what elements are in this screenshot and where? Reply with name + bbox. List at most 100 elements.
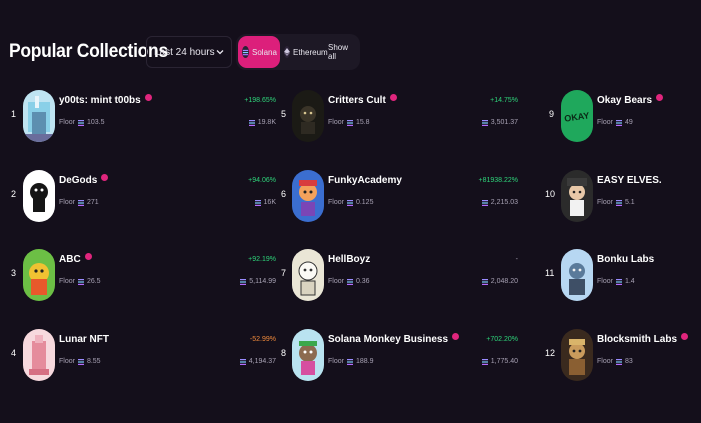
- collection-floor: Floor 5.1: [597, 199, 635, 206]
- collection-name[interactable]: y00ts: mint t00bs: [59, 95, 141, 106]
- collection-name[interactable]: FunkyAcademy: [328, 175, 402, 186]
- collection-floor: Floor 1.4: [597, 278, 635, 285]
- collection-avatar: [23, 90, 55, 142]
- floor-label: Floor: [328, 278, 344, 285]
- floor-value: 0.36: [355, 278, 370, 285]
- floor-label: Floor: [597, 358, 613, 365]
- collection-row[interactable]: 10 EASY ELVES. Floor 5.1: [545, 169, 689, 225]
- price-change: +14.75%: [490, 97, 518, 104]
- collection-volume: 5,114.99: [237, 278, 276, 285]
- collection-rank: 2: [11, 189, 17, 199]
- collection-row[interactable]: 7 HellBoyz Floor 0.36 - 2,048.20: [281, 248, 518, 304]
- chain-show-all-button[interactable]: Show all: [324, 36, 354, 68]
- collection-floor: Floor 188.9: [328, 358, 373, 365]
- collection-avatar: [561, 329, 593, 381]
- collection-name-line: FunkyAcademy: [328, 175, 402, 186]
- collection-name[interactable]: Okay Bears: [597, 95, 652, 106]
- collection-avatar: OKAY: [561, 90, 593, 142]
- floor-label: Floor: [59, 358, 75, 365]
- collection-floor: Floor 103.5: [59, 119, 104, 126]
- collection-row[interactable]: 11 Bonku Labs Floor 1.4: [545, 248, 689, 304]
- volume-value: 1,775.40: [490, 358, 518, 365]
- collection-name-line: HellBoyz: [328, 254, 370, 265]
- verified-badge-icon: [452, 333, 460, 340]
- collection-avatar: [292, 329, 324, 381]
- collection-row[interactable]: 8 Solana Monkey Business Floor 188.9 +70…: [281, 328, 518, 384]
- collection-name-line: Lunar NFT: [59, 334, 109, 345]
- collection-avatar: [561, 170, 593, 222]
- collection-avatar: [561, 249, 593, 301]
- floor-value: 26.5: [86, 278, 101, 285]
- collection-name-line: Blocksmith Labs: [597, 333, 689, 345]
- price-change: +94.06%: [248, 177, 276, 184]
- solana-icon: [77, 358, 84, 365]
- collection-name-line: EASY ELVES.: [597, 175, 662, 186]
- volume-value: 19.8K: [257, 119, 276, 126]
- price-change: +81938.22%: [478, 177, 518, 184]
- collection-name[interactable]: HellBoyz: [328, 254, 370, 265]
- collection-name[interactable]: DeGods: [59, 175, 97, 186]
- collection-avatar: [23, 249, 55, 301]
- collection-row[interactable]: 5 Critters Cult Floor 15.8 +14.75% 3,501…: [281, 89, 518, 145]
- collection-row[interactable]: 3 ABC Floor 26.5 +92.19% 5,114.99: [11, 248, 276, 304]
- collection-name[interactable]: Bonku Labs: [597, 254, 654, 265]
- collection-row[interactable]: 4 Lunar NFT Floor 8.55 -52.99% 4,194.37: [11, 328, 276, 384]
- chain-solana-button[interactable]: Solana: [238, 36, 280, 68]
- collection-volume: 19.8K: [246, 119, 276, 126]
- solana-icon: [615, 358, 622, 365]
- page-title: Popular Collections: [9, 41, 168, 62]
- collection-name-line: Bonku Labs: [597, 254, 654, 265]
- verified-badge-icon: [681, 333, 689, 340]
- collection-row[interactable]: 6 FunkyAcademy Floor 0.125 +81938.22% 2,…: [281, 169, 518, 225]
- collection-name[interactable]: Solana Monkey Business: [328, 334, 448, 345]
- floor-label: Floor: [597, 119, 613, 126]
- collection-row[interactable]: 9 OKAY Okay Bears Floor 49: [549, 89, 689, 145]
- collection-name[interactable]: Critters Cult: [328, 95, 386, 106]
- volume-value: 2,048.20: [490, 278, 518, 285]
- collection-rank: 7: [281, 268, 287, 278]
- collection-avatar: [23, 329, 55, 381]
- floor-value: 15.8: [355, 119, 370, 126]
- collection-avatar: [292, 249, 324, 301]
- collection-row[interactable]: 2 DeGods Floor 271 +94.06% 16K: [11, 169, 276, 225]
- solana-icon: [77, 119, 84, 126]
- collection-rank: 3: [11, 268, 17, 278]
- floor-value: 0.125: [355, 199, 374, 206]
- collection-row[interactable]: 1 y00ts: mint t00bs Floor 103.5 +198.65%…: [11, 89, 276, 145]
- collection-floor: Floor 8.55: [59, 358, 101, 365]
- collection-name[interactable]: Lunar NFT: [59, 334, 109, 345]
- collection-rank: 10: [545, 189, 556, 199]
- volume-value: 2,215.03: [490, 199, 518, 206]
- chain-ethereum-button[interactable]: Ethereum: [280, 36, 328, 68]
- price-change: -: [515, 256, 518, 263]
- solana-icon: [481, 278, 488, 285]
- collection-volume: 16K: [252, 199, 276, 206]
- solana-icon: [346, 358, 353, 365]
- collection-name-line: y00ts: mint t00bs: [59, 94, 152, 106]
- solana-icon: [248, 119, 255, 126]
- time-filter-value: Last 24 hours: [154, 46, 215, 58]
- solana-icon: [481, 119, 488, 126]
- collection-name[interactable]: EASY ELVES.: [597, 175, 662, 186]
- verified-badge-icon: [84, 253, 92, 260]
- collection-rank: 5: [281, 109, 287, 119]
- collection-row[interactable]: 12 Blocksmith Labs Floor 83: [545, 328, 695, 384]
- collection-volume: 4,194.37: [237, 358, 276, 365]
- collection-name-line: Okay Bears: [597, 94, 664, 106]
- price-change: -52.99%: [249, 336, 276, 343]
- collection-name[interactable]: Blocksmith Labs: [597, 334, 677, 345]
- solana-icon: [77, 278, 84, 285]
- collection-volume: 3,501.37: [479, 119, 518, 126]
- verified-badge-icon: [389, 94, 397, 101]
- chain-show-all-label: Show all: [328, 43, 349, 61]
- verified-badge-icon: [101, 174, 109, 181]
- price-change: +702.20%: [486, 336, 518, 343]
- collection-volume: 2,215.03: [479, 199, 518, 206]
- solana-icon: [615, 278, 622, 285]
- collection-name-line: Critters Cult: [328, 94, 397, 106]
- collection-name[interactable]: ABC: [59, 254, 81, 265]
- collection-floor: Floor 15.8: [328, 119, 370, 126]
- floor-value: 8.55: [86, 358, 101, 365]
- time-filter-select[interactable]: Last 24 hours: [146, 36, 232, 68]
- volume-value: 5,114.99: [249, 278, 276, 285]
